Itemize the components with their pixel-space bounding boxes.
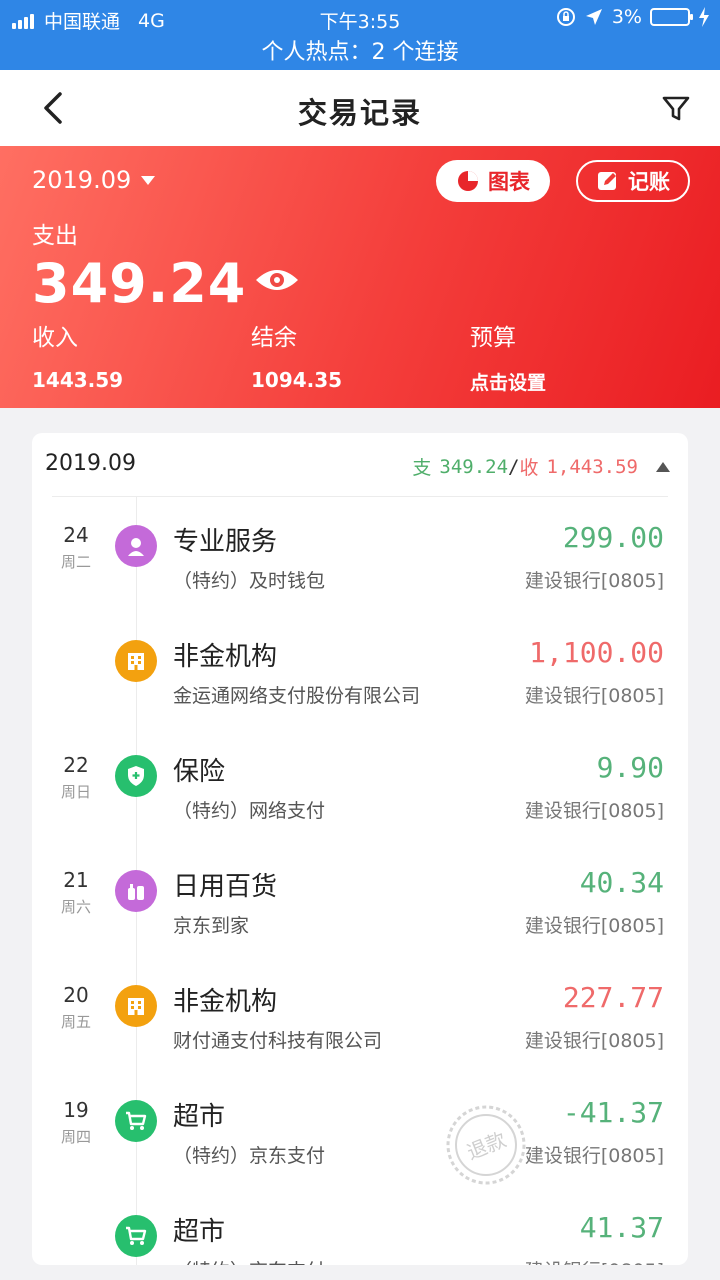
balance-value: 1094.35 xyxy=(251,368,343,392)
budget-label: 预算 xyxy=(470,325,516,351)
summary-panel: 2019.09 图表 记账 支出 349.24 收入 1443.59 结余 10… xyxy=(0,146,720,408)
nav-bar: 交易记录 xyxy=(0,70,720,146)
professional-service-icon xyxy=(115,525,157,567)
budget-column[interactable]: 预算 点击设置 xyxy=(470,318,546,395)
card-income-prefix: 收 xyxy=(519,457,539,479)
tx-category: 非金机构 xyxy=(173,987,278,1017)
tx-merchant: （特约）京东支付 xyxy=(173,1256,325,1265)
tx-day: 20 xyxy=(63,983,89,1007)
tx-bank: 建设银行[0805] xyxy=(524,1145,664,1167)
charging-icon xyxy=(699,7,709,27)
battery-icon xyxy=(650,8,693,26)
tx-merchant: 金运通网络支付股份有限公司 xyxy=(173,685,421,707)
tx-weekday: 周五 xyxy=(60,1013,91,1031)
tx-merchant: 财付通支付科技有限公司 xyxy=(173,1030,383,1052)
filter-icon[interactable] xyxy=(660,92,692,124)
tx-weekday: 周日 xyxy=(60,783,91,801)
page-title: 交易记录 xyxy=(297,96,422,130)
rotation-lock-icon xyxy=(556,8,575,26)
tx-bank: 建设银行[0805] xyxy=(524,570,664,592)
income-value: 1443.59 xyxy=(32,368,124,392)
tx-amount: 299.00 xyxy=(562,521,664,554)
tx-merchant: 京东到家 xyxy=(173,915,250,937)
card-month: 2019.09 xyxy=(45,451,136,476)
hotspot-banner[interactable]: 个人热点：2 个连接 xyxy=(0,34,720,66)
card-header[interactable]: 2019.09 支 349.24 / 收 1,443.59 xyxy=(32,433,688,497)
tx-day: 24 xyxy=(63,523,89,547)
tx-amount: 1,100.00 xyxy=(529,636,664,669)
expense-amount: 349.24 xyxy=(32,252,247,315)
card-expense-value: 349.24 xyxy=(439,455,509,478)
tx-bank: 建设银行[0805] xyxy=(524,1030,664,1052)
shield-icon xyxy=(115,755,157,797)
month-selector[interactable]: 2019.09 xyxy=(32,166,156,194)
tx-amount: 9.90 xyxy=(596,751,664,784)
tx-bank: 建设银行[0805] xyxy=(524,800,664,822)
tx-weekday: 周四 xyxy=(60,1128,91,1146)
tx-category: 保险 xyxy=(173,757,226,787)
eye-icon[interactable] xyxy=(254,264,300,296)
toiletries-icon xyxy=(115,870,157,912)
cart-icon xyxy=(115,1100,157,1142)
building-icon xyxy=(115,985,157,1027)
tx-bank: 建设银行[0805] xyxy=(524,915,664,937)
transaction-row[interactable]: 20 周五 非金机构财付通支付科技有限公司 227.77 建设银行[0805] xyxy=(32,957,688,1071)
month-selector-label: 2019.09 xyxy=(32,166,132,194)
tx-amount: -41.37 xyxy=(562,1096,664,1129)
card-expense-prefix: 支 xyxy=(412,457,432,479)
chart-button[interactable]: 图表 xyxy=(436,160,550,202)
collapse-caret-icon[interactable] xyxy=(656,461,670,472)
tx-amount: 227.77 xyxy=(562,981,664,1014)
bookkeeping-button-label: 记账 xyxy=(628,170,670,194)
bookkeeping-button[interactable]: 记账 xyxy=(576,160,690,202)
pie-chart-icon xyxy=(458,171,478,191)
cart-icon xyxy=(115,1215,157,1257)
tx-merchant: （特约）网络支付 xyxy=(173,800,326,822)
tx-merchant: （特约）及时钱包 xyxy=(173,570,326,592)
card-income-value: 1,443.59 xyxy=(546,455,638,478)
transaction-row[interactable]: 22 周日 保险 （特约）网络支付 9.90 建设银行[0805] xyxy=(32,727,688,841)
tx-day: 21 xyxy=(63,868,89,892)
budget-set-link[interactable]: 点击设置 xyxy=(470,368,546,395)
balance-column: 结余 1094.35 xyxy=(251,318,342,392)
edit-icon xyxy=(598,172,616,190)
tx-amount: 41.37 xyxy=(579,1211,664,1244)
transaction-card: 2019.09 支 349.24 / 收 1,443.59 24 周二 专业服务 （特… xyxy=(32,433,688,1265)
tx-amount: 40.34 xyxy=(579,866,664,899)
tx-merchant: （特约）京东支付 xyxy=(173,1145,326,1167)
tx-bank: 建设银行[0805] xyxy=(524,685,664,707)
tx-category: 超市 xyxy=(173,1217,226,1247)
card-totals: 支 349.24 / 收 1,443.59 xyxy=(412,453,670,480)
location-icon xyxy=(585,9,602,25)
expense-label: 支出 xyxy=(32,223,78,249)
card-separator: / xyxy=(508,455,520,478)
tx-category: 非金机构 xyxy=(173,642,278,672)
tx-day: 19 xyxy=(63,1098,89,1122)
transaction-row[interactable]: 24 周二 专业服务 （特约）及时钱包 299.00 建设银行[0805] xyxy=(32,497,688,611)
refund-stamp: 退款 xyxy=(446,1105,526,1185)
chart-button-label: 图表 xyxy=(488,170,530,194)
battery-percent: 3% xyxy=(611,6,642,28)
income-column: 收入 1443.59 xyxy=(32,318,123,392)
tx-category: 日用百货 xyxy=(173,872,278,902)
tx-day: 22 xyxy=(63,753,89,777)
transaction-row[interactable]: 非金机构金运通网络支付股份有限公司 1,100.00 建设银行[0805] xyxy=(32,612,688,726)
transaction-row[interactable]: 21 周六 日用百货京东到家 40.34 建设银行[0805] xyxy=(32,842,688,956)
balance-label: 结余 xyxy=(251,325,297,351)
tx-category: 超市 xyxy=(173,1102,226,1132)
tx-bank: 建设银行[0805] xyxy=(525,1256,664,1265)
tx-weekday: 周六 xyxy=(60,898,91,916)
caret-down-icon xyxy=(141,175,156,185)
transaction-row[interactable]: 19 周四 超市 （特约）京东支付 -41.37 建设银行[0805] xyxy=(32,1072,688,1186)
transaction-row[interactable]: 超市 （特约）京东支付 41.37 建设银行[0805] xyxy=(32,1187,688,1265)
refund-stamp-text: 退款 xyxy=(463,1127,509,1164)
income-label: 收入 xyxy=(32,325,78,351)
status-bar: 中国联通 4G 下午3:55 3% 个人热点：2 个连接 xyxy=(0,0,720,70)
tx-weekday: 周二 xyxy=(60,553,91,571)
building-icon xyxy=(115,640,157,682)
tx-category: 专业服务 xyxy=(173,527,278,557)
